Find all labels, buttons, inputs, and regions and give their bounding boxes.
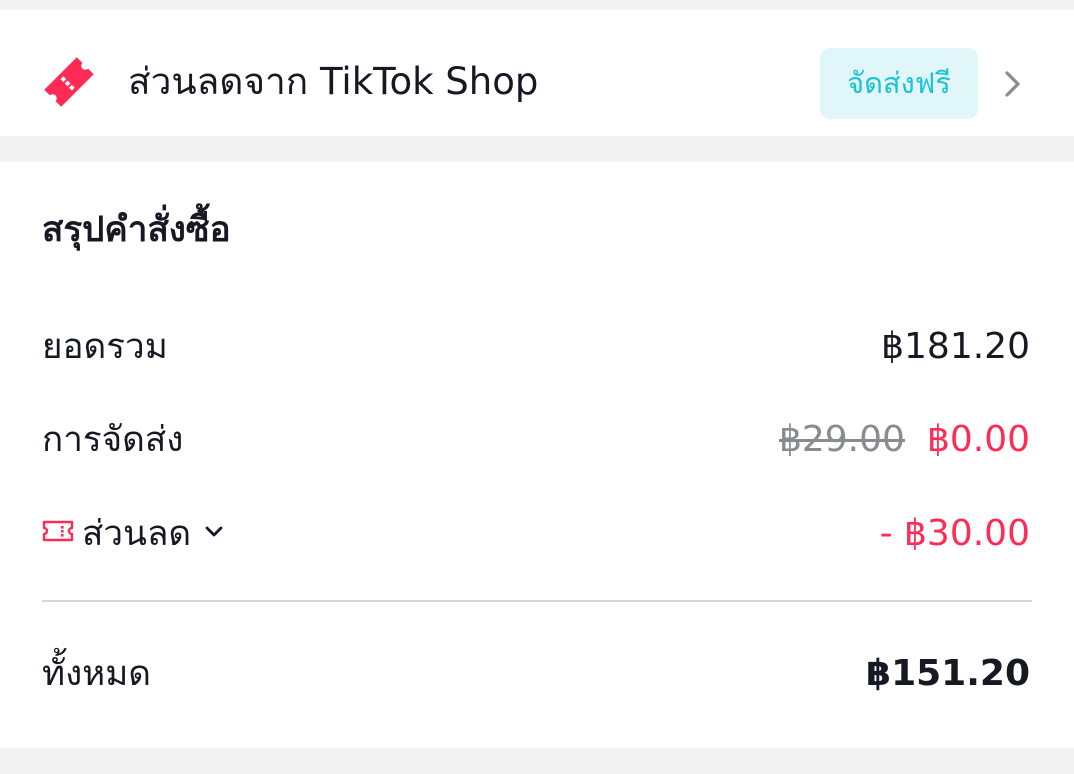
- voucher-card: ส่วนลดจาก TikTok Shop จัดส่งฟรี: [0, 10, 1074, 136]
- discount-value: - ฿30.00: [879, 513, 1030, 554]
- order-summary-card: สรุปคำสั่งซื้อ ยอดรวม ฿181.20 การจัดส่ง …: [0, 162, 1074, 748]
- chevron-down-icon: [205, 526, 223, 537]
- ticket-icon: [42, 520, 74, 542]
- subtotal-value: ฿181.20: [881, 326, 1030, 367]
- subtotal-label: ยอดรวม: [42, 327, 168, 367]
- shipping-original-price: ฿29.00: [778, 419, 905, 460]
- voucher-title: ส่วนลดจาก TikTok Shop: [128, 60, 539, 103]
- total-value: ฿151.20: [866, 653, 1030, 694]
- shipping-price: ฿0.00: [926, 419, 1030, 460]
- ticket-icon: [44, 57, 94, 107]
- discount-toggle[interactable]: ส่วนลด: [42, 510, 225, 558]
- shipping-label: การจัดส่ง: [42, 420, 184, 460]
- order-summary-title: สรุปคำสั่งซื้อ: [42, 210, 231, 250]
- chevron-right-icon[interactable]: [998, 70, 1026, 98]
- total-label: ทั้งหมด: [42, 654, 152, 694]
- divider: [42, 600, 1032, 602]
- shop-voucher-row[interactable]: ส่วนลดจาก TikTok Shop จัดส่งฟรี: [0, 10, 1074, 136]
- shipping-value-group: ฿29.00 ฿0.00: [779, 416, 1030, 464]
- free-shipping-badge: จัดส่งฟรี: [820, 48, 978, 119]
- discount-label: ส่วนลด: [82, 514, 192, 554]
